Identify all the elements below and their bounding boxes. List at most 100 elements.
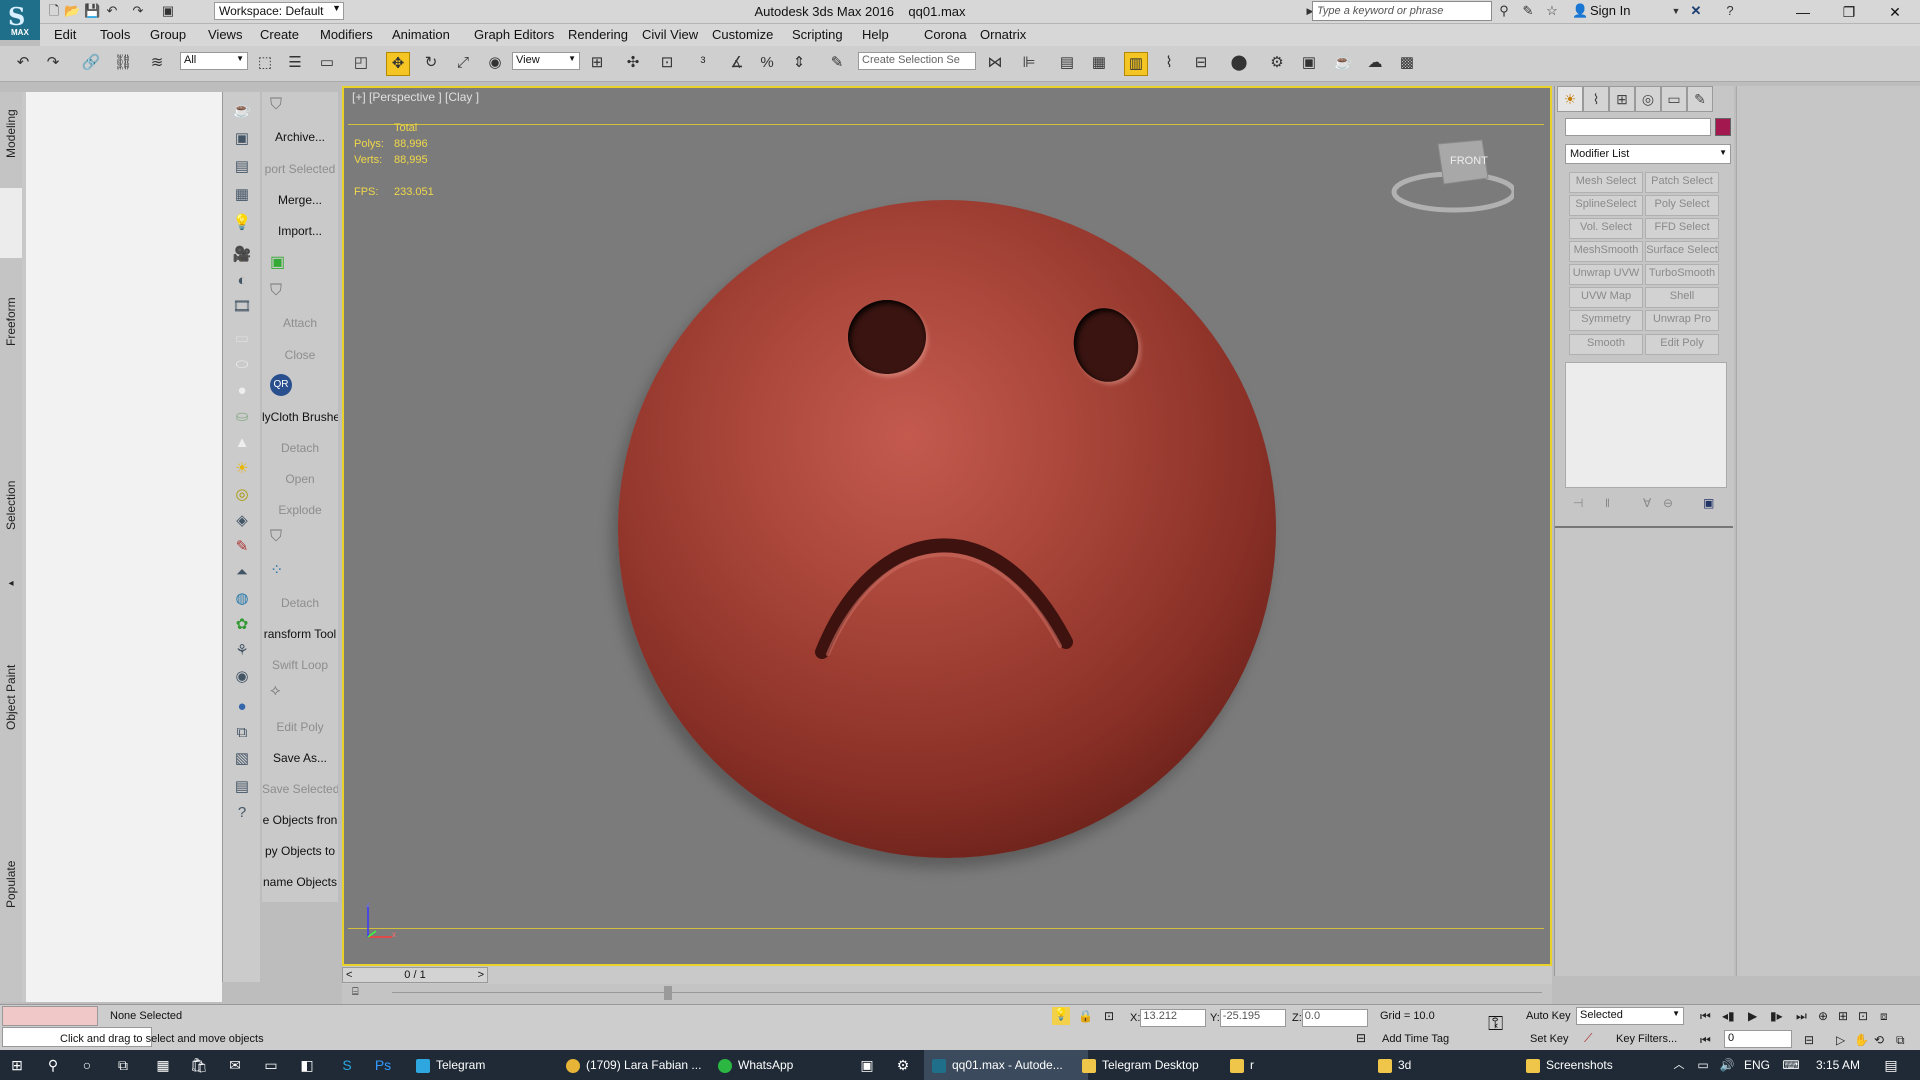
- named-selection-dropdown[interactable]: Create Selection Se: [858, 52, 976, 70]
- select-and-scale-icon[interactable]: ⤢: [452, 52, 474, 74]
- copy-objects-to-button[interactable]: py Objects to: [262, 844, 338, 858]
- select-by-name-icon[interactable]: ☰: [284, 52, 306, 74]
- export-selected-button[interactable]: port Selected: [262, 162, 338, 176]
- bind-space-warp-icon[interactable]: ≋: [146, 52, 168, 74]
- redo-icon[interactable]: ↷: [42, 52, 64, 74]
- taskbar-folder-screenshots[interactable]: Screenshots: [1518, 1050, 1621, 1080]
- select-and-link-icon[interactable]: 🔗: [80, 52, 102, 74]
- menu-graph-editors[interactable]: Graph Editors: [474, 27, 554, 42]
- add-time-tag-button[interactable]: Add Time Tag: [1382, 1033, 1449, 1045]
- pin-stack-icon[interactable]: ⊣: [1573, 496, 1583, 510]
- explode-button[interactable]: Explode: [262, 503, 338, 517]
- render-icon[interactable]: ▣: [231, 128, 253, 150]
- taskbar-app-chrome[interactable]: (1709) Lara Fabian ...: [554, 1050, 713, 1080]
- percent-snap-icon[interactable]: %: [756, 52, 778, 74]
- disc-icon[interactable]: ⬭: [231, 354, 253, 376]
- pyramid-icon[interactable]: ⏶: [231, 562, 253, 584]
- surface-select-button[interactable]: Surface Select: [1645, 241, 1719, 262]
- select-and-rotate-icon[interactable]: ↻: [420, 52, 442, 74]
- snaps-toggle-icon[interactable]: ³: [692, 52, 714, 74]
- go-to-end-icon[interactable]: ⏭: [1796, 1009, 1807, 1024]
- curve-editor-icon[interactable]: ⌇: [1158, 52, 1180, 74]
- cortana-icon[interactable]: ○: [72, 1050, 102, 1080]
- rename-objects-icon[interactable]: ▧: [231, 748, 253, 770]
- pan-view-icon[interactable]: ✋: [1854, 1033, 1869, 1047]
- menu-create[interactable]: Create: [260, 27, 299, 42]
- menu-views[interactable]: Views: [208, 27, 242, 42]
- patch-select-button[interactable]: Patch Select: [1645, 172, 1719, 193]
- paste-objects-from-button[interactable]: e Objects fron: [262, 813, 338, 827]
- select-object-icon[interactable]: ⬚: [254, 52, 276, 74]
- hierarchy-tab-icon[interactable]: ⊞: [1609, 86, 1635, 112]
- undo-icon[interactable]: ↶: [104, 3, 120, 19]
- edit-poly-button[interactable]: Edit Poly: [1645, 334, 1719, 355]
- smooth-button[interactable]: Smooth: [1569, 334, 1643, 355]
- maxscript-listener-mini[interactable]: [2, 1006, 98, 1026]
- remove-modifier-icon[interactable]: ⊖: [1663, 496, 1673, 510]
- minimize-button[interactable]: —: [1780, 0, 1826, 24]
- zoom-extents-all-icon[interactable]: ⧈: [1880, 1009, 1888, 1024]
- help-icon[interactable]: ?: [231, 802, 253, 824]
- symmetry-button[interactable]: Symmetry: [1569, 310, 1643, 331]
- track-bar[interactable]: ⌸: [342, 984, 1552, 1004]
- tab-freeform[interactable]: Freeform: [0, 188, 22, 346]
- window-crossing-icon[interactable]: ◰: [350, 52, 372, 74]
- time-tag-icon[interactable]: ⊟: [1356, 1031, 1366, 1045]
- sign-in-button[interactable]: Sign In: [1590, 3, 1630, 18]
- tab-object-paint[interactable]: Object Paint: [0, 372, 22, 730]
- render-production-icon[interactable]: ☕: [1332, 52, 1354, 74]
- exchange-apps-icon[interactable]: ✕: [1688, 3, 1704, 19]
- make-unique-icon[interactable]: ∀: [1643, 496, 1651, 510]
- mirror-icon[interactable]: ⋈: [984, 52, 1006, 74]
- close-button[interactable]: Close: [262, 348, 338, 362]
- edit-poly-button[interactable]: Edit Poly: [262, 720, 338, 734]
- tab-populate[interactable]: Populate: [0, 472, 22, 908]
- render-setup-icon[interactable]: ⚙: [1266, 52, 1288, 74]
- pivot-center-icon[interactable]: ⊞: [586, 52, 608, 74]
- select-manipulate-icon[interactable]: ✣: [622, 52, 644, 74]
- mail-icon[interactable]: ✉: [220, 1050, 250, 1080]
- set-key-icon[interactable]: ⚿: [1488, 1013, 1503, 1036]
- photoshop-icon[interactable]: Ps: [368, 1050, 398, 1080]
- archive-button[interactable]: Archive...: [262, 130, 338, 144]
- tab-modeling[interactable]: Modeling: [0, 92, 22, 162]
- menu-civil-view[interactable]: Civil View: [642, 27, 698, 42]
- menu-animation[interactable]: Animation: [392, 27, 450, 42]
- polycloth-brushes-button[interactable]: lyCloth Brushe: [262, 410, 338, 424]
- globe-icon[interactable]: ◍: [231, 588, 253, 610]
- track-bar-marker[interactable]: [664, 986, 672, 1000]
- shell-button[interactable]: Shell: [1645, 287, 1719, 308]
- unwrap-uvw-button[interactable]: Unwrap UVW: [1569, 264, 1643, 285]
- display-tab-icon[interactable]: ▭: [1661, 86, 1687, 112]
- object-name-field[interactable]: [1565, 118, 1711, 136]
- rendered-frame-window-icon[interactable]: ▣: [1298, 52, 1320, 74]
- x-input[interactable]: 13.212: [1140, 1009, 1207, 1027]
- desktop-icon[interactable]: ▭: [256, 1050, 286, 1080]
- isolate-selection-icon[interactable]: 💡: [1052, 1007, 1070, 1025]
- uvw-map-button[interactable]: UVW Map: [1569, 287, 1643, 308]
- image-viewer-icon[interactable]: ▣: [852, 1050, 882, 1080]
- key-mode-toggle-icon[interactable]: ⏮: [1700, 1033, 1711, 1048]
- object-color-swatch[interactable]: [1715, 118, 1731, 136]
- plane-icon[interactable]: ▭: [231, 328, 253, 350]
- spline-select-button[interactable]: SplineSelect: [1569, 195, 1643, 216]
- merge-button[interactable]: Merge...: [262, 193, 338, 207]
- render-in-cloud-icon[interactable]: ☁: [1364, 52, 1386, 74]
- previous-frame-icon[interactable]: ◂▮: [1722, 1009, 1735, 1023]
- toggle-ribbon-active-icon[interactable]: ▥: [1124, 52, 1148, 76]
- absolute-mode-icon[interactable]: ⊡: [1104, 1009, 1114, 1023]
- default-in-out-tangents-icon[interactable]: ⟋: [1584, 1031, 1592, 1046]
- select-and-place-icon[interactable]: ◉: [484, 52, 506, 74]
- time-slider[interactable]: < 0 / 1 >: [342, 967, 488, 983]
- comb-icon[interactable]: ⚘: [231, 640, 253, 662]
- store-icon[interactable]: 🛍: [184, 1050, 214, 1080]
- layer-explorer-icon[interactable]: ▤: [1056, 52, 1078, 74]
- lock-selection-icon[interactable]: 🔒: [1078, 1009, 1093, 1023]
- create-tab-sun-icon[interactable]: ☀: [1557, 86, 1583, 112]
- cone-icon[interactable]: ▲: [231, 432, 253, 454]
- taskbar-folder-telegram-desktop[interactable]: Telegram Desktop: [1074, 1050, 1207, 1080]
- unwrap-pro-button[interactable]: Unwrap Pro: [1645, 310, 1719, 331]
- scene-explorer-icon[interactable]: ▤: [231, 776, 253, 798]
- teapot-icon[interactable]: ☕: [231, 100, 253, 122]
- utilities-tab-icon[interactable]: ✎: [1687, 86, 1713, 112]
